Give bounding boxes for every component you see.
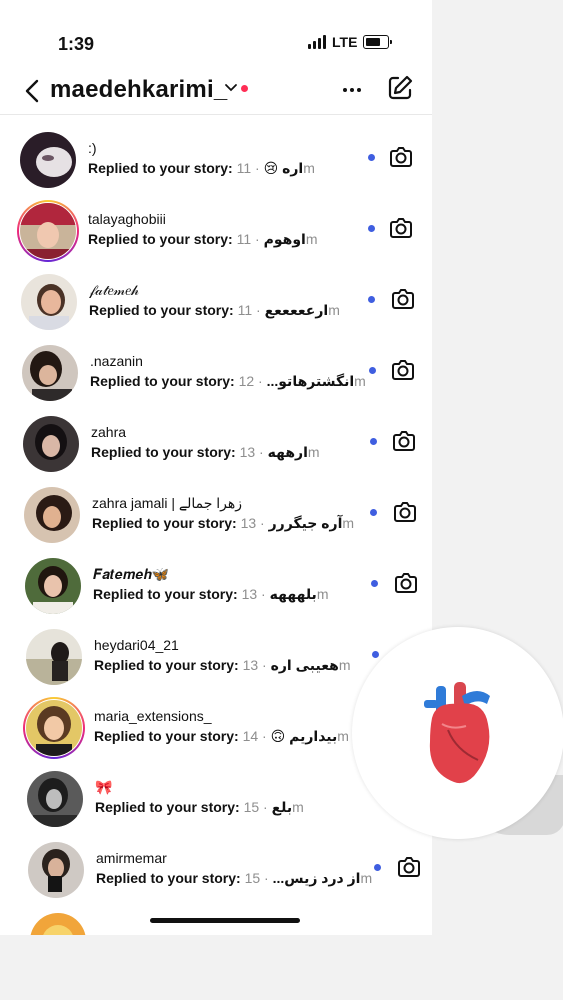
thread-name: 𝒻𝒶𝓉𝑒𝓂𝑒𝒽 <box>89 282 140 298</box>
thread-row[interactable]: amirmemar Replied to your story: از درد … <box>28 842 432 912</box>
status-indicators: LTE <box>308 34 393 50</box>
unread-dot <box>370 438 377 445</box>
avatar <box>21 274 77 330</box>
thread-preview: Replied to your story: بیداریم 🙃 · 14m <box>94 728 349 744</box>
compose-icon[interactable] <box>386 74 414 102</box>
thread-preview: Replied to your story: اره 😢 · 11m <box>88 160 315 176</box>
camera-icon[interactable] <box>388 216 414 240</box>
thread-name: zahra jamali | زهرا جمالے <box>92 495 243 511</box>
unread-dot <box>374 864 381 871</box>
back-icon[interactable] <box>22 78 44 104</box>
signal-icon <box>308 35 326 49</box>
thread-name: amirmemar <box>96 850 167 866</box>
status-time: 1:39 <box>58 34 95 54</box>
header-divider <box>0 114 432 115</box>
unread-dot <box>368 296 375 303</box>
camera-icon[interactable] <box>391 429 417 453</box>
thread-preview: Replied to your story: انگشترهاتو... · 1… <box>90 373 366 389</box>
thread-row[interactable]: zahra Replied to your story: ارههه · 13m <box>23 416 432 486</box>
thread-row[interactable]: 𝑭𝒂𝒕𝒆𝒎𝒆𝒉🦋 Replied to your story: بلهههه ·… <box>25 558 432 628</box>
battery-icon <box>363 35 393 49</box>
unread-dot <box>370 509 377 516</box>
unread-dot <box>369 367 376 374</box>
camera-icon[interactable] <box>390 287 416 311</box>
notification-dot <box>241 85 248 92</box>
thread-row[interactable]: 𝒻𝒶𝓉𝑒𝓂𝑒𝒽 Replied to your story: ارعععععع … <box>21 274 432 344</box>
thread-row[interactable]: .nazanin Replied to your story: انگشترها… <box>22 345 432 415</box>
home-indicator[interactable] <box>150 918 300 923</box>
chevron-down-icon[interactable] <box>224 83 238 93</box>
avatar <box>28 842 84 898</box>
thread-name: .nazanin <box>90 353 143 369</box>
thread-name: heydari04_21 <box>94 637 179 653</box>
thread-name: 🎀 <box>95 779 113 795</box>
thread-name: 𝑭𝒂𝒕𝒆𝒎𝒆𝒉🦋 <box>93 566 170 582</box>
unread-dot <box>372 651 379 658</box>
story-ring <box>23 697 85 759</box>
ellipsis-icon[interactable] <box>340 80 364 100</box>
camera-icon[interactable] <box>388 145 414 169</box>
camera-icon[interactable] <box>392 500 418 524</box>
thread-row[interactable]: zahra jamali | زهرا جمالے Replied to you… <box>24 487 432 557</box>
thread-name: maria_extensions_ <box>94 708 212 724</box>
thread-name: :) <box>88 140 97 156</box>
thread-preview: Replied to your story: اوهوم · 11m <box>88 231 318 247</box>
avatar <box>27 771 83 827</box>
thread-row[interactable]: :) Replied to your story: اره 😢 · 11m <box>20 132 432 202</box>
network-label: LTE <box>332 34 358 50</box>
unread-dot <box>368 154 375 161</box>
story-ring <box>17 200 79 262</box>
thread-preview: Replied to your story: ارعععععع · 11m <box>89 302 340 318</box>
camera-icon[interactable] <box>396 855 422 879</box>
thread-preview: Replied to your story: آره جیگررر · 13m <box>92 515 355 531</box>
camera-icon[interactable] <box>393 571 419 595</box>
avatar <box>25 558 81 614</box>
account-username[interactable]: maedehkarimi_ <box>50 76 227 104</box>
avatar <box>30 913 86 935</box>
dm-inbox-screen: 1:39 LTE maedehkarimi_ :) Replied to you… <box>0 0 432 935</box>
thread-preview: Replied to your story: از درد زیس... · 1… <box>96 870 373 886</box>
avatar <box>24 487 80 543</box>
thread-name: zahra <box>91 424 127 440</box>
camera-icon[interactable] <box>390 358 416 382</box>
thread-row[interactable]: talayaghobiii Replied to your story: اوه… <box>17 200 432 273</box>
unread-dot <box>368 225 375 232</box>
avatar <box>26 629 82 685</box>
unread-dot <box>371 580 378 587</box>
avatar <box>20 132 76 188</box>
thread-preview: Replied to your story: هعیبی اره · 13m <box>94 657 351 673</box>
avatar <box>20 203 76 259</box>
thread-preview: Replied to your story: ارههه · 13m <box>91 444 320 460</box>
anatomical-heart-icon <box>424 682 490 784</box>
thread-preview: Replied to your story: بلع · 15m <box>95 799 304 815</box>
thread-preview: Replied to your story: بلهههه · 13m <box>93 586 329 602</box>
avatar <box>26 700 82 756</box>
thread-name: talayaghobiii <box>88 211 166 227</box>
inbox-header: maedehkarimi_ <box>0 70 432 112</box>
avatar <box>23 416 79 472</box>
avatar <box>22 345 78 401</box>
